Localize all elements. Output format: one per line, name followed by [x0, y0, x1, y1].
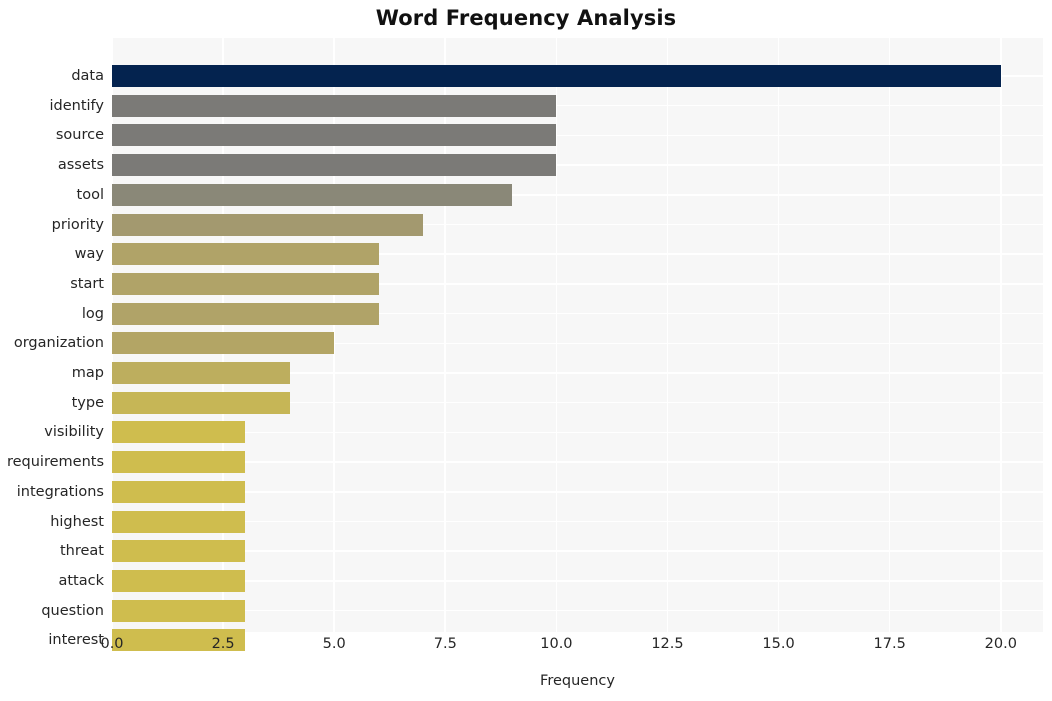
y-axis-tick-label: priority	[51, 216, 104, 233]
bar	[112, 510, 246, 533]
bar	[112, 391, 290, 414]
x-axis-tick-label: 7.5	[433, 636, 457, 652]
y-axis-tick-label: visibility	[44, 424, 104, 441]
y-axis-tick-label: attack	[58, 572, 104, 589]
y-axis-tick-label: data	[71, 68, 104, 84]
y-axis-tick-label: map	[71, 365, 104, 381]
y-axis-tick-label: organization	[13, 335, 104, 352]
chart-title: Word Frequency Analysis	[375, 6, 677, 30]
y-axis-tick-label: highest	[50, 513, 104, 530]
y-axis-tick-label: interest	[48, 632, 104, 649]
x-axis-tick-label: 17.5	[873, 636, 906, 652]
y-axis-tick-label: source	[55, 127, 104, 144]
bar	[112, 480, 246, 503]
x-axis-tick-label: 20.0	[984, 636, 1017, 652]
y-axis-tick-label: log	[81, 305, 104, 322]
x-axis-tick-label: 10.0	[540, 636, 573, 652]
y-axis-tick-label: question	[41, 602, 104, 619]
bar	[112, 569, 246, 592]
bar	[112, 65, 1001, 87]
bar	[112, 124, 557, 147]
y-axis-tick-label: way	[74, 246, 104, 263]
y-axis-tick-label: integrations	[16, 483, 104, 500]
bar	[112, 272, 379, 295]
bar	[112, 451, 246, 474]
x-axis-tick-label: 2.5	[211, 636, 235, 652]
bar	[112, 302, 379, 325]
y-axis-tick-label: assets	[57, 157, 104, 174]
bar	[112, 362, 290, 384]
x-axis-title: Frequency	[540, 673, 615, 689]
bar	[112, 599, 246, 622]
bar	[112, 213, 424, 236]
bar	[112, 94, 557, 117]
bar	[112, 540, 246, 563]
x-axis-tick-label: 0.0	[100, 636, 124, 652]
bar	[112, 154, 557, 177]
y-axis-tick-label: identify	[49, 97, 105, 114]
plot-area	[111, 38, 1043, 652]
y-axis-tick-label: start	[70, 275, 104, 292]
chart-figure: Word Frequency Analysis data identify sour…	[0, 0, 1052, 701]
y-axis-tick-labels: data identify source assets tool priority way s…	[0, 38, 105, 648]
bar	[112, 332, 335, 355]
x-axis-tick-labels: 0.0 2.5 5.0 7.5 10.0 12.5 15.0 17.5 20.0	[100, 636, 1043, 660]
y-axis-tick-label: tool	[76, 186, 104, 203]
y-axis-tick-label: requirements	[6, 454, 104, 471]
bar	[112, 421, 246, 444]
bar-series	[112, 38, 1043, 652]
x-axis-tick-label: 15.0	[762, 636, 795, 652]
y-axis-tick-label: threat	[59, 543, 104, 560]
x-axis-tick-label: 5.0	[322, 636, 346, 652]
bar	[112, 183, 512, 206]
x-axis-tick-label: 12.5	[651, 636, 684, 652]
y-axis-tick-label: type	[71, 394, 104, 411]
bar	[112, 243, 379, 266]
